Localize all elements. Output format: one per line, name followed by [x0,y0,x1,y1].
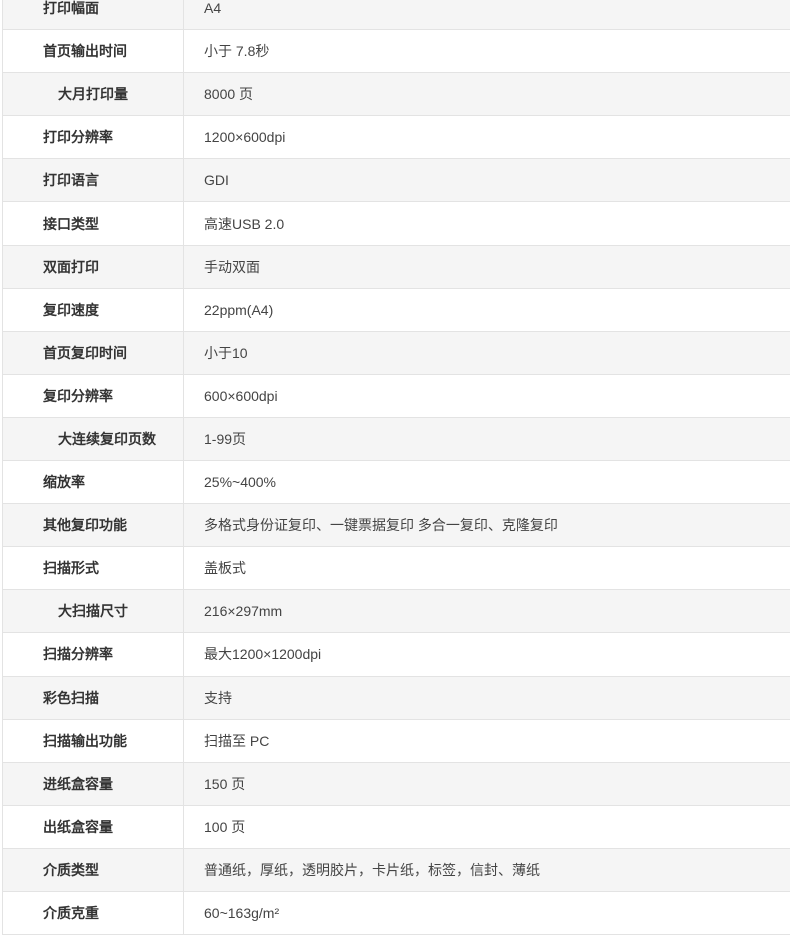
spec-table-body: 打印幅面A4首页输出时间小于 7.8秒大月打印量8000 页打印分辨率1200×… [3,0,790,935]
spec-value: 多格式身份证复印、一键票据复印 多合一复印、克隆复印 [184,504,790,547]
spec-value: 1200×600dpi [184,116,790,159]
spec-row: 缩放率25%~400% [3,461,790,504]
spec-value: 22ppm(A4) [184,288,790,331]
spec-row: 扫描输出功能扫描至 PC [3,719,790,762]
spec-value: 小于 7.8秒 [184,30,790,73]
spec-row: 彩色扫描支持 [3,676,790,719]
spec-row: 接口类型高速USB 2.0 [3,202,790,245]
spec-label: 进纸盒容量 [3,762,184,805]
spec-value: 扫描至 PC [184,719,790,762]
spec-row: 双面打印手动双面 [3,245,790,288]
spec-label: 扫描输出功能 [3,719,184,762]
spec-label: 其他复印功能 [3,504,184,547]
spec-row: 首页输出时间小于 7.8秒 [3,30,790,73]
spec-row: 其他复印功能多格式身份证复印、一键票据复印 多合一复印、克隆复印 [3,504,790,547]
spec-value: 手动双面 [184,245,790,288]
spec-label: 扫描分辨率 [3,633,184,676]
spec-label: 出纸盒容量 [3,805,184,848]
spec-value: 216×297mm [184,590,790,633]
spec-row: 介质克重60~163g/m² [3,891,790,934]
spec-row: 打印幅面A4 [3,0,790,30]
spec-row: 复印分辨率600×600dpi [3,374,790,417]
spec-row: 打印分辨率1200×600dpi [3,116,790,159]
spec-row: 首页复印时间小于10 [3,331,790,374]
spec-value: 盖板式 [184,547,790,590]
spec-label: 复印分辨率 [3,374,184,417]
spec-row: 出纸盒容量100 页 [3,805,790,848]
spec-row: 介质类型普通纸，厚纸，透明胶片，卡片纸，标签，信封、薄纸 [3,848,790,891]
spec-label: 双面打印 [3,245,184,288]
spec-value: 600×600dpi [184,374,790,417]
spec-label: 介质克重 [3,891,184,934]
spec-value: 1-99页 [184,417,790,460]
spec-label: 彩色扫描 [3,676,184,719]
spec-label: 大扫描尺寸 [3,590,184,633]
spec-value: 60~163g/m² [184,891,790,934]
spec-value: 100 页 [184,805,790,848]
spec-value: 支持 [184,676,790,719]
spec-row: 打印语言GDI [3,159,790,202]
spec-value: 150 页 [184,762,790,805]
spec-label: 缩放率 [3,461,184,504]
spec-label: 首页复印时间 [3,331,184,374]
spec-value: GDI [184,159,790,202]
spec-value: 高速USB 2.0 [184,202,790,245]
spec-row: 大连续复印页数1-99页 [3,417,790,460]
spec-row: 大月打印量8000 页 [3,73,790,116]
spec-label: 首页输出时间 [3,30,184,73]
spec-label: 大月打印量 [3,73,184,116]
spec-value: 25%~400% [184,461,790,504]
spec-row: 复印速度22ppm(A4) [3,288,790,331]
spec-table: 打印幅面A4首页输出时间小于 7.8秒大月打印量8000 页打印分辨率1200×… [2,0,790,935]
spec-label: 介质类型 [3,848,184,891]
spec-row: 扫描分辨率最大1200×1200dpi [3,633,790,676]
spec-label: 打印幅面 [3,0,184,30]
spec-label: 大连续复印页数 [3,417,184,460]
spec-label: 打印分辨率 [3,116,184,159]
spec-label: 打印语言 [3,159,184,202]
spec-value: 8000 页 [184,73,790,116]
spec-row: 大扫描尺寸216×297mm [3,590,790,633]
spec-row: 进纸盒容量150 页 [3,762,790,805]
spec-label: 复印速度 [3,288,184,331]
spec-value: A4 [184,0,790,30]
spec-value: 最大1200×1200dpi [184,633,790,676]
spec-value: 普通纸，厚纸，透明胶片，卡片纸，标签，信封、薄纸 [184,848,790,891]
spec-value: 小于10 [184,331,790,374]
spec-row: 扫描形式盖板式 [3,547,790,590]
spec-label: 接口类型 [3,202,184,245]
spec-label: 扫描形式 [3,547,184,590]
